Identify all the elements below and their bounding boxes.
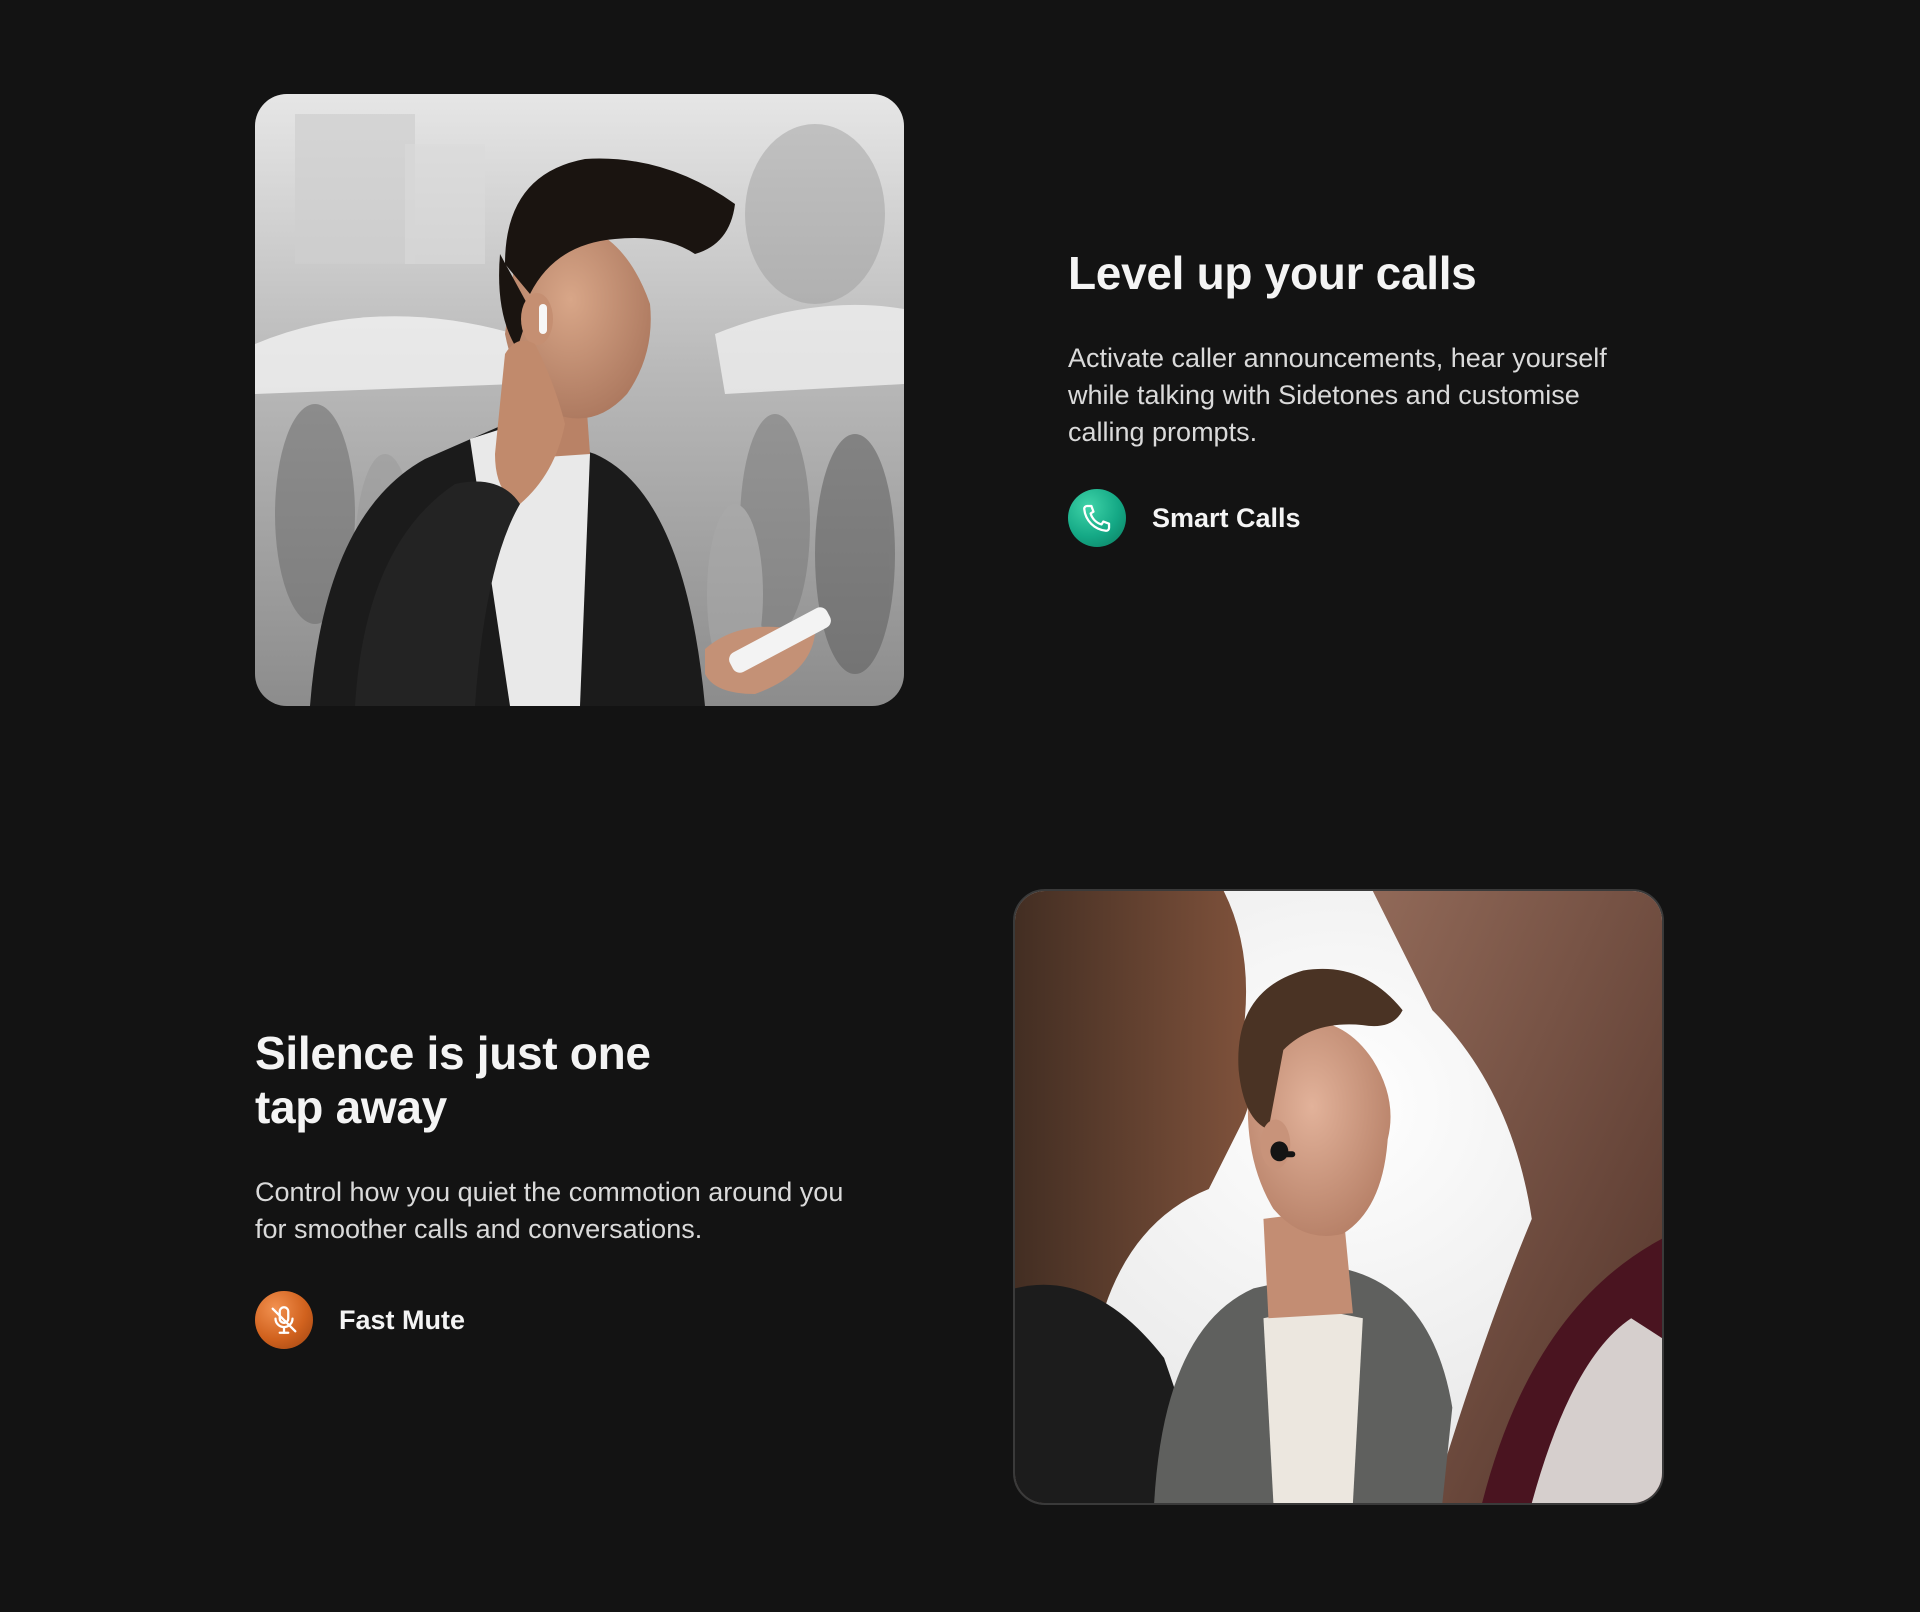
feature-label: Fast Mute: [339, 1304, 466, 1335]
heading-line: tap away: [255, 1081, 447, 1133]
fast-mute-feature-link[interactable]: Fast Mute: [255, 1291, 875, 1349]
photo-man-with-earbud-between-people: [1013, 889, 1664, 1505]
section-heading: Silence is just one tap away: [255, 1026, 875, 1134]
section-description: Control how you quiet the commotion arou…: [255, 1177, 844, 1244]
smart-calls-section: Level up your calls Activate caller anno…: [1068, 246, 1628, 547]
photo-man-with-earbud-in-crowd: [255, 94, 904, 706]
mic-mute-icon: [255, 1291, 313, 1349]
smart-calls-feature-link[interactable]: Smart Calls: [1068, 489, 1628, 547]
phone-icon: [1068, 489, 1126, 547]
heading-line: Level up your calls: [1068, 247, 1477, 299]
section-description: Activate caller announcements, hear your…: [1068, 343, 1607, 447]
fast-mute-section: Silence is just one tap away Control how…: [255, 1026, 875, 1349]
feature-label: Smart Calls: [1152, 502, 1301, 533]
heading-line: Silence is just one: [255, 1027, 651, 1079]
section-heading: Level up your calls: [1068, 246, 1628, 300]
